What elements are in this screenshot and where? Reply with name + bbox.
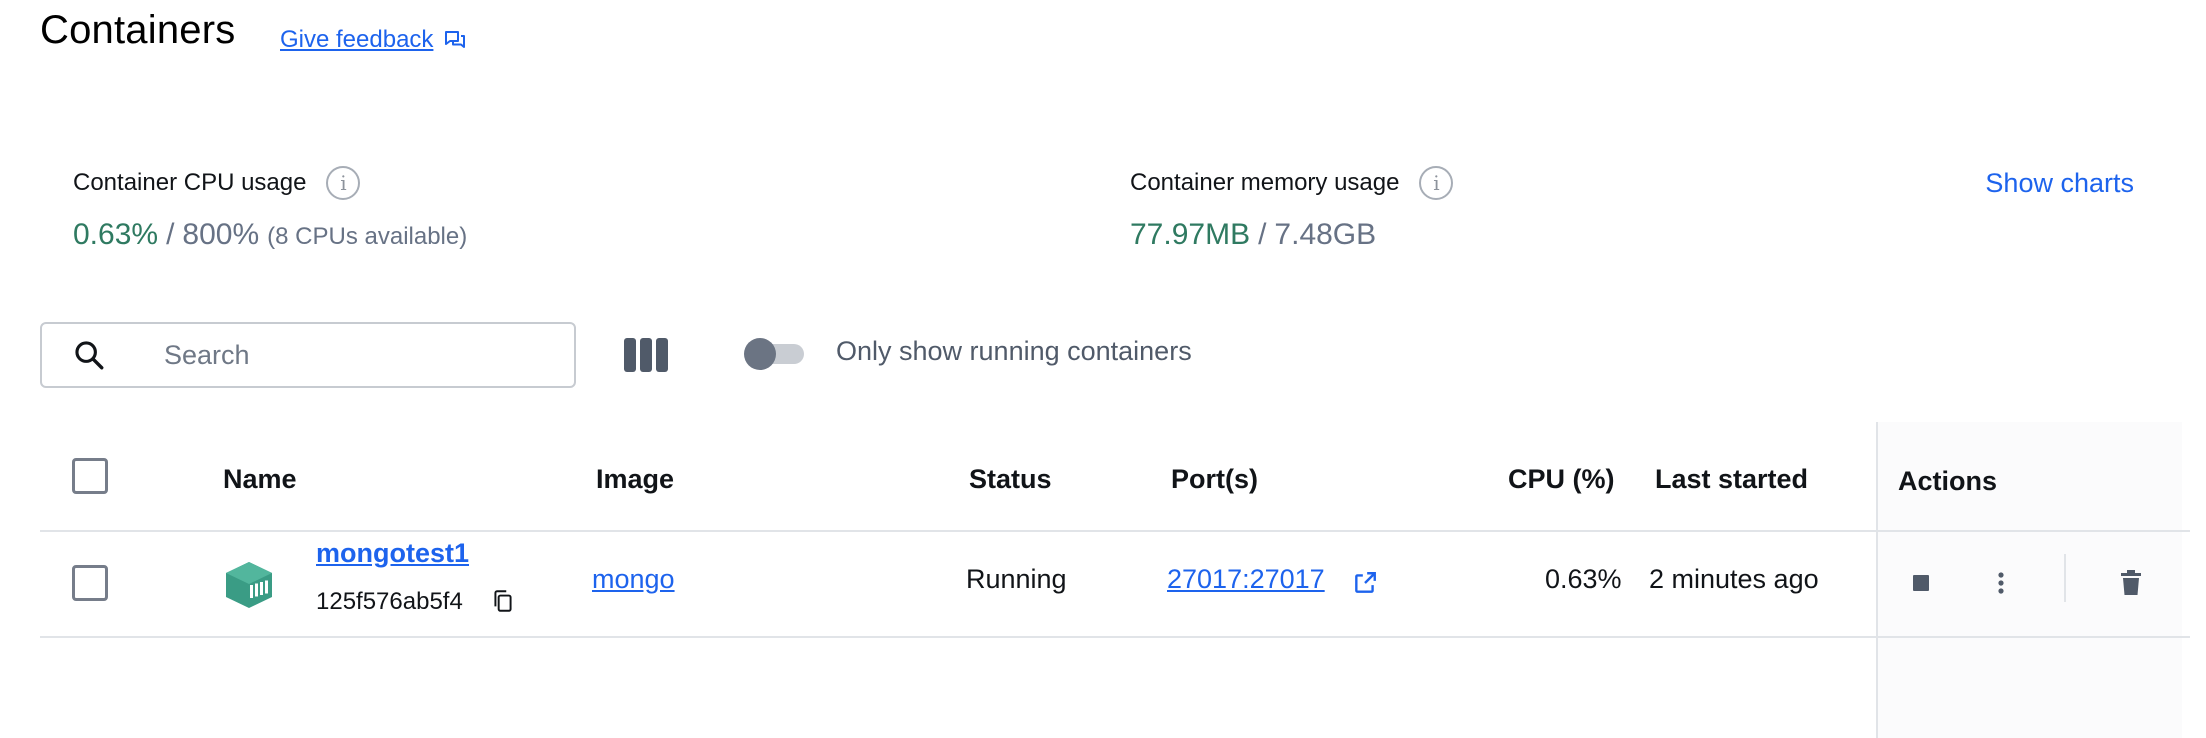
column-header-name[interactable]: Name — [223, 464, 297, 495]
chat-bubbles-icon — [445, 31, 466, 48]
give-feedback-label: Give feedback — [280, 26, 434, 53]
image-link[interactable]: mongo — [592, 564, 675, 595]
cpu-used: 0.63% — [73, 218, 159, 251]
cpu-percent: 0.63% — [1545, 564, 1622, 594]
actions-divider — [2064, 554, 2066, 602]
cpu-info-icon[interactable]: i — [326, 166, 361, 200]
more-actions-button[interactable] — [1982, 562, 2020, 604]
trash-icon — [2121, 570, 2141, 595]
port-link[interactable]: 27017:27017 — [1167, 564, 1325, 595]
external-link-icon[interactable] — [1352, 570, 1378, 596]
columns-icon[interactable] — [624, 338, 668, 372]
cpu-usage-label: Container CPU usage — [73, 169, 307, 196]
container-icon — [226, 562, 272, 608]
memory-info-icon[interactable]: i — [1419, 166, 1454, 200]
delete-button[interactable] — [2112, 562, 2150, 604]
column-header-cpu[interactable]: CPU (%) — [1508, 464, 1615, 495]
cpu-available: (8 CPUs available) — [267, 223, 468, 250]
memory-usage-label: Container memory usage — [1130, 169, 1400, 196]
cpu-separator: / — [166, 218, 175, 251]
page-title: Containers — [40, 8, 236, 52]
stop-button[interactable] — [1902, 564, 1940, 602]
running-only-toggle[interactable] — [744, 338, 804, 370]
search-box[interactable] — [40, 322, 576, 388]
show-charts-button[interactable]: Show charts — [1985, 168, 2134, 199]
select-all-checkbox[interactable] — [72, 458, 108, 494]
memory-usage-label-group: Container memory usage i — [1130, 166, 1454, 200]
give-feedback-link[interactable]: Give feedback — [280, 26, 467, 54]
last-started: 2 minutes ago — [1649, 564, 1819, 594]
column-header-status[interactable]: Status — [969, 464, 1052, 495]
container-id: 125f576ab5f4 — [316, 588, 463, 615]
column-header-last-started[interactable]: Last started — [1655, 464, 1808, 495]
column-header-actions: Actions — [1898, 466, 1998, 496]
memory-used: 77.97MB — [1130, 218, 1251, 251]
memory-total: 7.48GB — [1274, 218, 1377, 251]
memory-separator: / — [1258, 218, 1267, 251]
cpu-usage-label-group: Container CPU usage i — [73, 166, 361, 200]
status-text: Running — [966, 564, 1067, 594]
column-header-image[interactable]: Image — [596, 464, 674, 495]
column-header-ports[interactable]: Port(s) — [1171, 464, 1258, 495]
search-input[interactable] — [164, 339, 544, 371]
memory-usage-value: 77.97MB / 7.48GB — [1130, 218, 1376, 252]
copy-icon[interactable] — [490, 588, 516, 614]
stop-icon — [1913, 575, 1929, 591]
search-icon — [75, 341, 104, 370]
more-vertical-icon — [1998, 572, 2004, 594]
cpu-total: 800% — [182, 218, 260, 251]
row-checkbox[interactable] — [72, 565, 108, 601]
table-row[interactable]: mongotest1 125f576ab5f4 mongo Running 27… — [40, 532, 2190, 638]
cpu-usage-value: 0.63% / 800% (8 CPUs available) — [73, 218, 467, 252]
table-header: Name Image Status Port(s) CPU (%) Last s… — [40, 424, 2190, 532]
container-name-link[interactable]: mongotest1 — [316, 538, 469, 569]
running-only-label: Only show running containers — [836, 336, 1192, 366]
